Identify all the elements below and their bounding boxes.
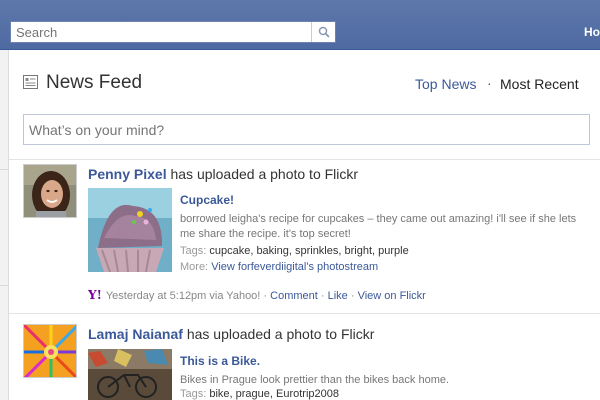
- top-bar: Ho: [0, 0, 600, 50]
- feed-divider: [9, 159, 600, 160]
- comment-link[interactable]: Comment: [270, 290, 318, 302]
- search-input[interactable]: [11, 22, 311, 42]
- photo-caption: borrowed leigha's recipe for cupcakes – …: [180, 213, 577, 240]
- tags-value: bike, prague, Eurotrip2008: [209, 388, 340, 400]
- search-icon: [318, 26, 330, 38]
- actor-link[interactable]: Penny Pixel: [88, 166, 167, 182]
- story-action: has uploaded a photo to Flickr: [166, 166, 359, 182]
- tags-value: cupcake, baking, sprinkles, bright, purp…: [209, 245, 409, 257]
- actor-link[interactable]: Lamaj Naianaf: [88, 326, 183, 342]
- avatar[interactable]: [23, 324, 77, 378]
- story-headline: Penny Pixel has uploaded a photo to Flic…: [88, 166, 358, 182]
- photo-thumbnail[interactable]: [88, 188, 172, 272]
- status-input[interactable]: [24, 115, 589, 144]
- avatar[interactable]: [23, 164, 77, 218]
- photo-thumbnail[interactable]: [88, 349, 172, 400]
- photo-tags: Tags: bike, prague, Eurotrip2008: [180, 388, 339, 400]
- tab-separator: ·: [487, 75, 492, 91]
- yahoo-y-icon: Y!: [88, 288, 102, 302]
- footer-separator: ·: [260, 290, 271, 302]
- story-action: has uploaded a photo to Flickr: [182, 326, 375, 342]
- photostream-link[interactable]: View forfeverdiigital's photostream: [211, 261, 378, 273]
- photo-title-link[interactable]: This is a Bike.: [180, 354, 260, 368]
- photo-title-link[interactable]: Cupcake!: [180, 193, 234, 207]
- home-link[interactable]: Ho: [584, 25, 600, 39]
- tab-top-news[interactable]: Top News: [415, 76, 476, 92]
- story-timestamp: Yesterday at 5:12pm via Yahoo!: [105, 290, 261, 302]
- left-column-edge: [0, 50, 9, 400]
- story-headline: Lamaj Naianaf has uploaded a photo to Fl…: [88, 326, 374, 342]
- photo-more: More: View forfeverdiigital's photostrea…: [180, 261, 378, 273]
- story-footer: Y! Yesterday at 5:12pm via Yahoo! · Comme…: [88, 288, 426, 302]
- tab-most-recent[interactable]: Most Recent: [500, 76, 579, 92]
- footer-separator: ·: [347, 290, 358, 302]
- story-divider: [9, 313, 600, 314]
- status-box[interactable]: [23, 114, 590, 145]
- page-title: News Feed: [46, 72, 143, 93]
- search-button[interactable]: [311, 22, 335, 42]
- footer-separator: ·: [317, 290, 328, 302]
- more-label: More:: [180, 261, 212, 273]
- news-feed-icon: [23, 75, 38, 89]
- view-on-flickr-link[interactable]: View on Flickr: [358, 290, 426, 302]
- search-box[interactable]: [10, 21, 336, 43]
- left-divider: [0, 169, 8, 170]
- photo-caption: Bikes in Prague look prettier than the b…: [180, 374, 450, 386]
- tags-label: Tags:: [180, 245, 210, 257]
- tags-label: Tags:: [180, 388, 210, 400]
- photo-tags: Tags: cupcake, baking, sprinkles, bright…: [180, 245, 409, 257]
- like-link[interactable]: Like: [328, 290, 348, 302]
- left-divider: [0, 285, 8, 286]
